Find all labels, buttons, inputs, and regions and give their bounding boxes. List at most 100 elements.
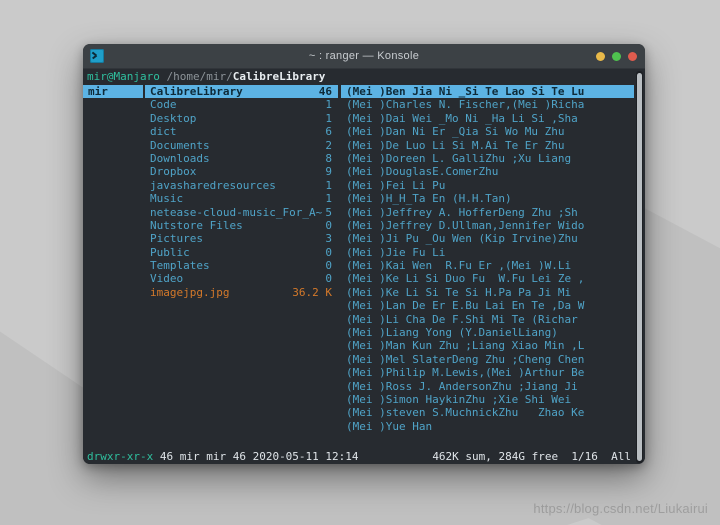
preview-list-item[interactable]: (Mei )steven S.MuchnickZhu Zhao Ke bbox=[341, 406, 634, 419]
preview-list-item[interactable]: (Mei )Jeffrey D.Ullman,Jennifer Wido bbox=[341, 219, 634, 232]
preview-list-item-label: (Mei )Mel SlaterDeng Zhu ;Cheng Chen bbox=[346, 352, 585, 366]
file-list-item-count: 9 bbox=[325, 165, 332, 179]
preview-list-item[interactable]: (Mei )Kai Wen R.Fu Er ,(Mei )W.Li bbox=[341, 259, 634, 272]
preview-list-item-label: (Mei )Jeffrey A. HofferDeng Zhu ;Sh bbox=[346, 205, 578, 219]
file-list-item[interactable]: Documents 2 bbox=[145, 139, 338, 152]
preview-list-item-label: (Mei )DouglasE.ComerZhu bbox=[346, 165, 499, 179]
preview-list-item[interactable]: (Mei )Simon HaykinZhu ;Xie Shi Wei bbox=[341, 393, 634, 406]
file-list-item[interactable]: Dropbox 9 bbox=[145, 165, 338, 178]
file-list-item[interactable]: Nutstore Files 0 bbox=[145, 219, 338, 232]
preview-list-item-label: (Mei )Dan Ni Er _Qia Si Wo Mu Zhu bbox=[346, 125, 565, 139]
file-list-item-label: Code bbox=[150, 98, 177, 112]
file-list-item-label: Dropbox bbox=[150, 165, 197, 179]
file-list-item[interactable]: netease-cloud-music_For_A~ 5 bbox=[145, 206, 338, 219]
status-permissions: drwxr-xr-x bbox=[87, 450, 154, 463]
file-list-item-count: 6 bbox=[325, 125, 332, 139]
window-title: ~ : ranger — Konsole bbox=[308, 50, 420, 62]
preview-list-item-label: (Mei )Ji Pu _Ou Wen (Kip Irvine)Zhu bbox=[346, 232, 578, 246]
terminal-scrollbar[interactable] bbox=[636, 71, 643, 463]
preview-list-item-label: (Mei )Jeffrey D.Ullman,Jennifer Wido bbox=[346, 218, 585, 232]
preview-list-item[interactable]: (Mei )Charles N. Fischer,(Mei )Richa bbox=[341, 98, 634, 111]
file-list-item-count: 8 bbox=[325, 151, 332, 165]
preview-list-item-label: (Mei )steven S.MuchnickZhu Zhao Ke bbox=[346, 406, 585, 420]
file-list-item[interactable]: dict 6 bbox=[145, 125, 338, 138]
file-list-item[interactable]: CalibreLibrary 46 bbox=[145, 85, 338, 99]
close-button[interactable] bbox=[628, 51, 637, 61]
preview-list-item-label: (Mei )Jie Fu Li bbox=[346, 245, 446, 259]
preview-list-item-label: (Mei )H_H_Ta En (H.H.Tan) bbox=[346, 192, 512, 206]
file-list-item[interactable]: Code 1 bbox=[145, 98, 338, 111]
file-list-item-count: 5 bbox=[325, 205, 332, 219]
preview-list-item-label: (Mei )Yue Han bbox=[346, 419, 433, 433]
preview-list-item-label: (Mei )De Luo Li Si M.Ai Te Er Zhu bbox=[346, 138, 565, 152]
preview-list-item[interactable]: (Mei )Ji Pu _Ou Wen (Kip Irvine)Zhu bbox=[341, 232, 634, 245]
file-list-item-label: imagejpg.jpg bbox=[150, 285, 230, 299]
window-titlebar[interactable]: ~ : ranger — Konsole bbox=[83, 44, 645, 69]
preview-list-item[interactable]: (Mei )Ben Jia Ni _Si Te Lao Si Te Lu bbox=[341, 85, 634, 99]
preview-list-item-label: (Mei )Li Cha De F.Shi Mi Te (Richar bbox=[346, 312, 578, 326]
preview-list-item[interactable]: (Mei )Ke Li Si Duo Fu W.Fu Lei Ze , bbox=[341, 272, 634, 285]
preview-list-item[interactable]: (Mei )Mel SlaterDeng Zhu ;Cheng Chen bbox=[341, 353, 634, 366]
file-list-item[interactable]: javasharedresources 1 bbox=[145, 179, 338, 192]
preview-list-item[interactable]: (Mei )DouglasE.ComerZhu bbox=[341, 165, 634, 178]
preview-list-item[interactable]: (Mei )Jie Fu Li bbox=[341, 246, 634, 259]
file-list-item-label: Downloads bbox=[150, 151, 210, 165]
ranger-status-bar: drwxr-xr-x 46 mir mir 46 2020-05-11 12:1… bbox=[83, 449, 645, 464]
maximize-button[interactable] bbox=[612, 51, 621, 61]
preview-list-item[interactable]: (Mei )Yue Han bbox=[341, 420, 634, 433]
preview-list-item-label: (Mei )Liang Yong (Y.DanielLiang) bbox=[346, 326, 558, 340]
parent-directory-column[interactable]: mir bbox=[83, 85, 143, 449]
file-list-item-label: Documents bbox=[150, 138, 210, 152]
file-list-item[interactable]: Public 0 bbox=[145, 246, 338, 259]
preview-list-item[interactable]: (Mei )Jeffrey A. HofferDeng Zhu ;Sh bbox=[341, 206, 634, 219]
file-list-item-count: 1 bbox=[325, 111, 332, 125]
preview-list-item[interactable]: (Mei )Dan Ni Er _Qia Si Wo Mu Zhu bbox=[341, 125, 634, 138]
file-list-item[interactable]: Video 0 bbox=[145, 272, 338, 285]
file-list-item-label: netease-cloud-music_For_A~ bbox=[150, 205, 323, 219]
path-cwd: CalibreLibrary bbox=[232, 70, 326, 83]
preview-list-item[interactable]: (Mei )Li Cha De F.Shi Mi Te (Richar bbox=[341, 313, 634, 326]
preview-list-item[interactable]: (Mei )Ke Li Si Te Si H.Pa Pa Ji Mi bbox=[341, 286, 634, 299]
main-directory-column[interactable]: CalibreLibrary 46 Code 1 Desktop 1 dict 6 Docume… bbox=[145, 85, 338, 449]
preview-list-item-label: (Mei )Charles N. Fischer,(Mei )Richa bbox=[346, 98, 585, 112]
preview-list-item[interactable]: (Mei )Philip M.Lewis,(Mei )Arthur Be bbox=[341, 366, 634, 379]
preview-list-item[interactable]: (Mei )Man Kun Zhu ;Liang Xiao Min ,L bbox=[341, 339, 634, 352]
parent-list-item[interactable]: mir bbox=[83, 85, 143, 99]
preview-list-item[interactable]: (Mei )H_H_Ta En (H.H.Tan) bbox=[341, 192, 634, 205]
preview-list-item[interactable]: (Mei )Doreen L. GalliZhu ;Xu Liang bbox=[341, 152, 634, 165]
file-list-item[interactable]: Downloads 8 bbox=[145, 152, 338, 165]
preview-list-item-label: (Mei )Ben Jia Ni _Si Te Lao Si Te Lu bbox=[346, 85, 585, 98]
preview-column[interactable]: (Mei )Ben Jia Ni _Si Te Lao Si Te Lu (Mei… bbox=[341, 85, 634, 449]
file-list-item-count: 0 bbox=[325, 218, 332, 232]
file-list-item-label: CalibreLibrary bbox=[150, 85, 243, 98]
file-list-item-count: 0 bbox=[325, 245, 332, 259]
preview-list-item[interactable]: (Mei )Fei Li Pu bbox=[341, 179, 634, 192]
preview-list-item[interactable]: (Mei )Liang Yong (Y.DanielLiang) bbox=[341, 326, 634, 339]
preview-list-item-label: (Mei )Philip M.Lewis,(Mei )Arthur Be bbox=[346, 366, 585, 380]
file-list-item-label: Video bbox=[150, 272, 184, 286]
scrollbar-thumb[interactable] bbox=[637, 73, 642, 461]
preview-list-item[interactable]: (Mei )Ross J. AndersonZhu ;Jiang Ji bbox=[341, 380, 634, 393]
preview-list-item-label: (Mei )Lan De Er E.Bu Lai En Te ,Da W bbox=[346, 299, 585, 313]
terminal-content[interactable]: mir@Manjaro /home/mir/CalibreLibrary mir… bbox=[83, 69, 645, 464]
file-list-item-count: 1 bbox=[325, 178, 332, 192]
file-list-item-label: Music bbox=[150, 192, 184, 206]
file-list-item[interactable]: Music 1 bbox=[145, 192, 338, 205]
status-right: 462K sum, 284G free 1/16 All bbox=[432, 450, 631, 463]
file-list-item[interactable]: imagejpg.jpg 36.2 K bbox=[145, 286, 338, 299]
ranger-path-line: mir@Manjaro /home/mir/CalibreLibrary bbox=[83, 69, 645, 85]
preview-list-item[interactable]: (Mei )Lan De Er E.Bu Lai En Te ,Da W bbox=[341, 299, 634, 312]
file-list-item-label: Desktop bbox=[150, 111, 197, 125]
file-list-item[interactable]: Pictures 3 bbox=[145, 232, 338, 245]
file-list-item-label: Nutstore Files bbox=[150, 218, 243, 232]
preview-list-item-label: (Mei )Ke Li Si Duo Fu W.Fu Lei Ze , bbox=[346, 272, 585, 286]
preview-list-item[interactable]: (Mei )Dai Wei _Mo Ni _Ha Li Si ,Sha bbox=[341, 112, 634, 125]
preview-list-item-label: (Mei )Dai Wei _Mo Ni _Ha Li Si ,Sha bbox=[346, 111, 578, 125]
file-list-item-count: 0 bbox=[325, 272, 332, 286]
file-list-item[interactable]: Templates 0 bbox=[145, 259, 338, 272]
preview-list-item-label: (Mei )Man Kun Zhu ;Liang Xiao Min ,L bbox=[346, 339, 585, 353]
preview-list-item[interactable]: (Mei )De Luo Li Si M.Ai Te Er Zhu bbox=[341, 139, 634, 152]
minimize-button[interactable] bbox=[596, 51, 605, 61]
file-list-item[interactable]: Desktop 1 bbox=[145, 112, 338, 125]
file-list-item-label: Templates bbox=[150, 259, 210, 273]
